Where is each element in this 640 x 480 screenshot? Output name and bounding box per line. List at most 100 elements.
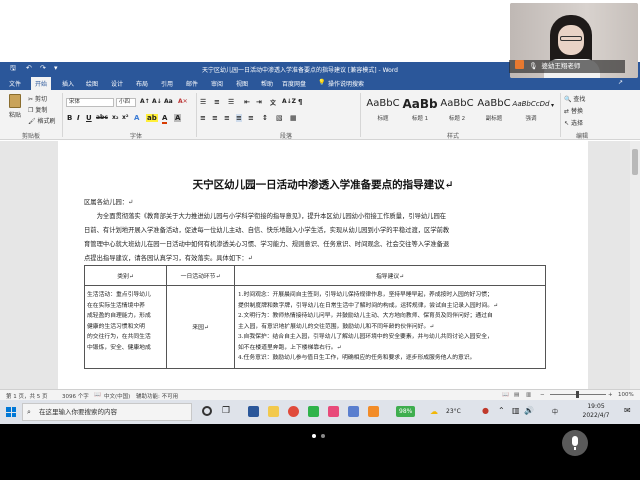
chrome-icon[interactable] [288,406,299,417]
justify-icon[interactable]: ≡ [236,114,242,122]
align-center-icon[interactable]: ≡ [212,114,218,122]
task-view-icon[interactable]: ❐ [222,406,230,416]
scrollbar-thumb[interactable] [632,149,638,175]
change-case-icon[interactable]: Aa [164,98,173,105]
align-right-icon[interactable]: ≡ [224,114,230,122]
styles-more-icon[interactable]: ▾ [551,102,554,109]
clear-format-icon[interactable]: A✕ [178,98,188,105]
tray-expand-icon[interactable]: ⌃ [498,406,505,415]
word-app-icon[interactable] [248,406,259,417]
shrink-font-icon[interactable]: A↓ [152,98,162,105]
format-painter-button[interactable]: 🖌 格式刷 [28,116,56,125]
cortana-icon[interactable] [202,406,212,416]
word-count[interactable]: 3096 个字 [62,392,89,400]
zoom-level[interactable]: 100% [618,392,634,398]
zoom-slider[interactable] [550,391,606,398]
share-icon[interactable]: ↗ [618,79,623,86]
input-lang[interactable]: 中 [552,407,558,416]
bullets-icon[interactable]: ☰ [200,98,206,106]
tell-me-search[interactable]: 操作说明搜索 [328,79,364,88]
tray-icon[interactable]: ● [482,406,489,415]
tab-home[interactable]: 开始 [31,77,52,91]
save-icon[interactable]: 🖫 [10,64,16,75]
subscript-icon[interactable]: x₂ [112,114,119,121]
font-name-select[interactable]: 宋体 [66,98,114,107]
strikethrough-icon[interactable]: abc [96,114,108,121]
document-area[interactable]: 天宁区幼儿园一日活动中渗透入学准备要点的指导建议↵ 区属各幼儿园：↵ 为全面贯彻… [0,141,640,389]
store-icon[interactable] [348,406,359,417]
find-button[interactable]: 🔍 查找 [564,94,585,103]
page-indicator-dot[interactable] [321,434,325,438]
tab-layout[interactable]: 布局 [136,79,148,88]
style-emphasis[interactable]: AaBbCcDd 强调 [512,94,550,128]
customize-icon[interactable]: ▾ [54,64,58,72]
borders-icon[interactable]: ▦ [290,114,297,122]
print-layout-icon[interactable]: ▤ [514,392,519,398]
char-shading-icon[interactable]: A [174,114,182,122]
network-icon[interactable]: ▥ [512,406,520,415]
select-button[interactable]: ↖ 选择 [564,118,583,127]
copy-button[interactable]: ❐ 复制 [28,105,47,114]
highlight-icon[interactable]: ab [146,114,158,122]
shading-icon[interactable]: ▧ [276,114,283,122]
replace-button[interactable]: ⇄ 替换 [564,106,583,115]
distributed-icon[interactable]: ≡ [248,114,254,122]
volume-icon[interactable]: 🔊 [524,406,534,415]
undo-icon[interactable]: ↶ [26,64,32,72]
temperature[interactable]: 23°C [446,408,461,415]
zoom-out-icon[interactable]: − [540,392,545,398]
bold-icon[interactable]: B [67,114,72,122]
font-size-select[interactable]: 小四 [116,98,136,107]
cut-button[interactable]: ✂ 剪切 [28,94,47,103]
increase-indent-icon[interactable]: ⇥ [256,98,262,106]
taskbar-search-input[interactable]: ⌕ 在这里输入你要搜索的内容 [22,403,192,421]
battery-indicator[interactable]: 98% [396,406,416,417]
line-spacing-icon[interactable]: ↕ [262,114,268,122]
vertical-scrollbar[interactable] [630,141,640,389]
grow-font-icon[interactable]: A↑ [140,98,150,105]
tab-draw[interactable]: 绘图 [86,79,98,88]
wechat-icon[interactable] [308,406,319,417]
tab-help[interactable]: 帮助 [261,79,273,88]
file-explorer-icon[interactable] [268,406,279,417]
tab-file[interactable]: 文件 [9,79,21,88]
style-heading-2[interactable]: AaBbC 标题 2 [438,94,476,128]
language-status[interactable]: 中文(中国) [104,392,130,400]
style-subtitle[interactable]: AaBbC 副标题 [475,94,513,128]
notification-icon[interactable]: ✉ [624,406,631,415]
text-effects-icon[interactable]: A [134,114,139,122]
zoom-in-icon[interactable]: + [608,392,613,398]
underline-icon[interactable]: U [86,114,92,122]
tab-review[interactable]: 审阅 [211,79,223,88]
tab-references[interactable]: 引用 [161,79,173,88]
read-mode-icon[interactable]: 📖 [502,392,509,398]
paste-button[interactable]: 粘贴 [6,94,24,124]
multilevel-list-icon[interactable]: ☰ [228,98,234,106]
document-page[interactable]: 天宁区幼儿园一日活动中渗透入学准备要点的指导建议↵ 区属各幼儿园：↵ 为全面贯彻… [58,141,588,389]
superscript-icon[interactable]: x² [122,114,129,121]
tab-view[interactable]: 视图 [236,79,248,88]
style-title[interactable]: AaBbC 标题 [364,94,402,128]
chinese-layout-icon[interactable]: 文 [270,98,276,107]
font-color-icon[interactable]: A [162,114,168,124]
tab-design[interactable]: 设计 [111,79,123,88]
web-layout-icon[interactable]: ▥ [526,392,531,398]
app-icon[interactable] [328,406,339,417]
sort-icon[interactable]: A↓Z [282,98,296,105]
mic-button[interactable] [562,430,588,456]
clock[interactable]: 19:05 2022/4/7 [576,402,616,420]
redo-icon[interactable]: ↷ [40,64,46,72]
page-count[interactable]: 第 1 页，共 5 页 [6,392,48,400]
proofing-icon[interactable]: 📖 [94,392,101,398]
show-marks-icon[interactable]: ¶ [298,98,302,106]
numbering-icon[interactable]: ≡ [214,98,220,106]
style-heading-1[interactable]: AaBb 标题 1 [401,94,439,128]
page-indicator-dot[interactable] [312,434,316,438]
tab-baidu[interactable]: 百度网盘 [282,79,306,88]
decrease-indent-icon[interactable]: ⇤ [244,98,250,106]
accessibility-status[interactable]: 辅助功能: 不可用 [136,392,178,400]
windows-start-icon[interactable] [6,407,16,417]
tab-insert[interactable]: 插入 [62,79,74,88]
tab-mailings[interactable]: 邮件 [186,79,198,88]
italic-icon[interactable]: I [77,114,80,122]
